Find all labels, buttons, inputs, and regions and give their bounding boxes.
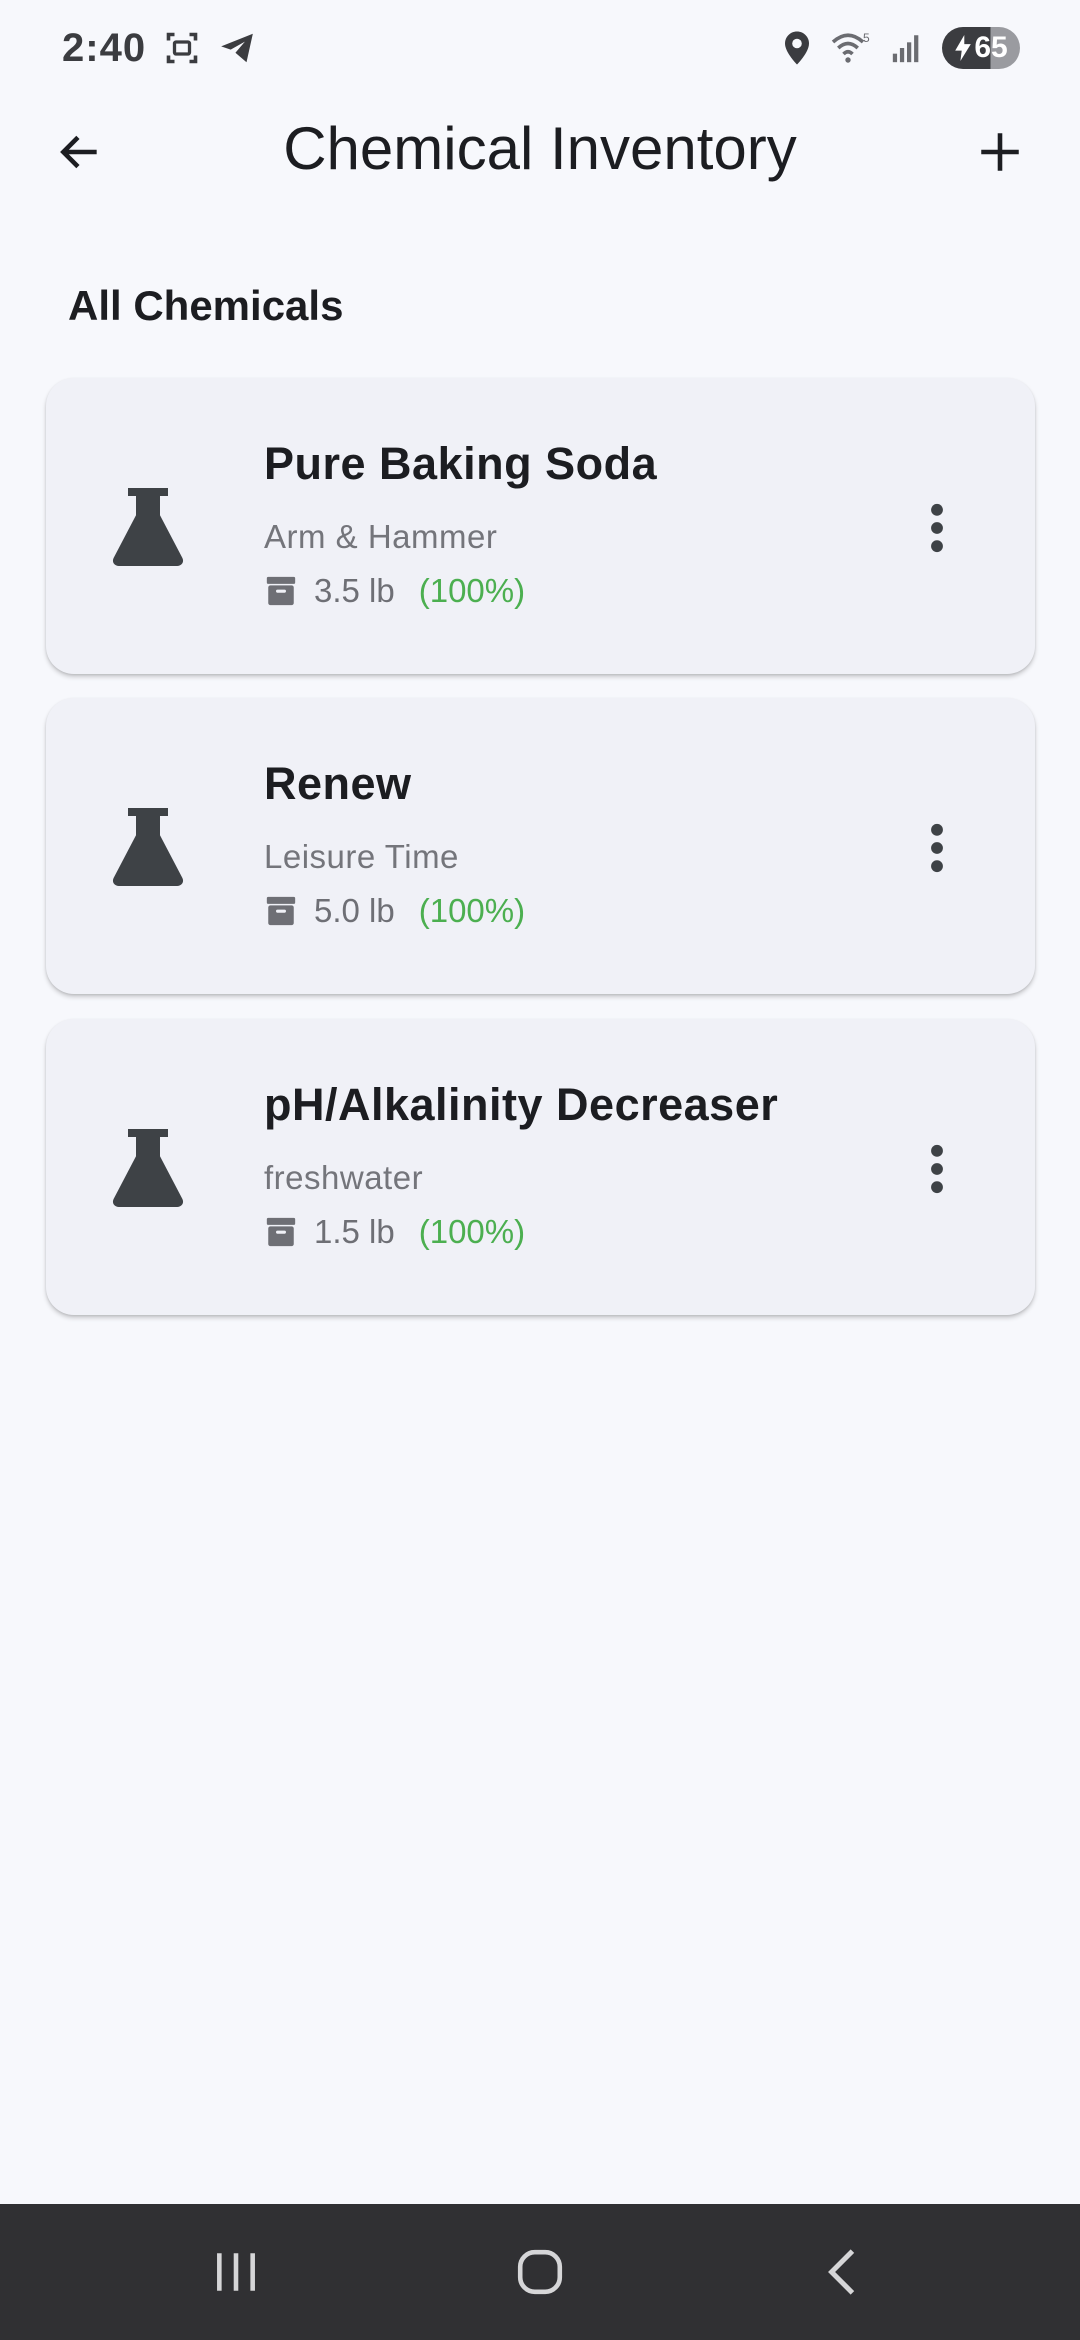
section-title: All Chemicals: [68, 282, 344, 329]
system-back-button[interactable]: [802, 2242, 882, 2302]
chemical-brand: Arm & Hammer: [264, 518, 498, 555]
system-nav-bar: [0, 2204, 1080, 2340]
battery-charging-icon: 65: [942, 27, 1020, 69]
home-icon: [517, 2249, 563, 2295]
bolt-icon: [955, 35, 972, 61]
screenshot-icon: [166, 32, 198, 64]
chemical-card[interactable]: Pure Baking Soda Arm & Hammer 3.5 lb (10…: [46, 378, 1035, 674]
more-vertical-icon: [931, 1144, 943, 1194]
status-time: 2:40: [62, 25, 147, 70]
chemical-name: Pure Baking Soda: [264, 438, 658, 489]
chemical-brand: freshwater: [264, 1159, 424, 1196]
quantity-row: 5.0 lb (100%): [264, 892, 525, 930]
quantity-row: 1.5 lb (100%): [264, 1213, 778, 1251]
flask-icon: [112, 488, 184, 566]
recent-apps-icon: [217, 2253, 255, 2291]
wifi-icon: 5: [831, 31, 870, 63]
screen: 2:40 5 65 Chemical Inventory All Chemica…: [0, 0, 1080, 2340]
more-options-button[interactable]: [917, 498, 957, 558]
more-vertical-icon: [931, 503, 943, 553]
archive-box-icon: [266, 1217, 296, 1247]
chemical-quantity: 3.5 lb: [314, 572, 395, 609]
flask-icon: [112, 808, 184, 886]
archive-box-icon: [266, 576, 296, 606]
plus-icon: [981, 133, 1019, 171]
add-chemical-button[interactable]: [966, 118, 1034, 186]
chemical-quantity: 1.5 lb: [314, 1213, 395, 1250]
svg-text:5: 5: [863, 31, 870, 45]
chemical-info: pH/Alkalinity Decreaser freshwater 1.5 l…: [264, 1079, 778, 1251]
recent-apps-button[interactable]: [196, 2242, 276, 2302]
chemical-card[interactable]: Renew Leisure Time 5.0 lb (100%): [46, 698, 1035, 994]
location-icon: [785, 31, 809, 65]
back-chevron-icon: [828, 2249, 855, 2295]
more-options-button[interactable]: [917, 1139, 957, 1199]
home-button[interactable]: [500, 2242, 580, 2302]
status-bar: 2:40 5 65: [0, 0, 1080, 96]
status-left: 2:40: [62, 26, 256, 71]
chemical-card[interactable]: pH/Alkalinity Decreaser freshwater 1.5 l…: [46, 1019, 1035, 1315]
status-right: 5 65: [782, 27, 1020, 69]
chemical-name: pH/Alkalinity Decreaser: [264, 1079, 779, 1130]
chemical-info: Pure Baking Soda Arm & Hammer 3.5 lb (10…: [264, 438, 657, 610]
signal-icon: [892, 35, 919, 63]
quantity-row: 3.5 lb (100%): [264, 572, 657, 610]
chemical-percent: (100%): [418, 892, 526, 929]
telegram-icon: [221, 33, 253, 63]
battery-level: 65: [974, 31, 1008, 64]
chemical-quantity: 5.0 lb: [314, 892, 395, 929]
more-vertical-icon: [931, 823, 943, 873]
page-title: Chemical Inventory: [283, 115, 797, 182]
chemical-percent: (100%): [418, 572, 526, 609]
chemical-brand: Leisure Time: [264, 838, 459, 875]
chemical-percent: (100%): [418, 1213, 526, 1250]
chemical-name: Renew: [264, 758, 412, 809]
app-bar: Chemical Inventory: [0, 96, 1080, 208]
chemical-info: Renew Leisure Time 5.0 lb (100%): [264, 758, 525, 930]
flask-icon: [112, 1129, 184, 1207]
more-options-button[interactable]: [917, 818, 957, 878]
archive-box-icon: [266, 896, 296, 926]
